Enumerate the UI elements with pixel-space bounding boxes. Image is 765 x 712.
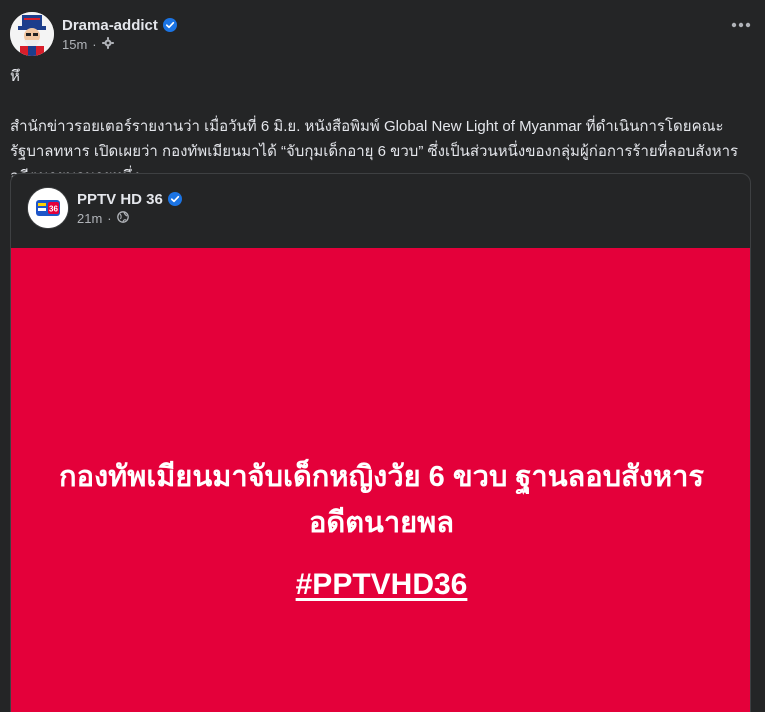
shared-time-row: 21m ·: [77, 211, 182, 226]
media-hashtag[interactable]: #PPTVHD36: [296, 568, 468, 602]
shared-post-media[interactable]: กองทัพเมียนมาจับเด็กหญิงวัย 6 ขวบ ฐานลอบ…: [11, 248, 750, 712]
shared-timestamp[interactable]: 21m: [77, 211, 102, 226]
shared-post-card[interactable]: 36 PPTV HD 36 21m · กองทัพเมียนมาจับเด็ก…: [10, 173, 751, 712]
verified-badge-icon: [162, 18, 177, 32]
shared-author-row: PPTV HD 36: [77, 191, 182, 208]
globe-icon: [116, 210, 129, 226]
uncle-sam-avatar-icon: [10, 12, 54, 56]
gear-icon: [101, 36, 114, 52]
facebook-post: Drama-addict 15m · หึ สำนักข่าวรอยเตอร์ร…: [0, 0, 765, 712]
author-name[interactable]: Drama-addict: [62, 17, 158, 34]
post-meta: Drama-addict 15m ·: [62, 17, 177, 52]
author-row: Drama-addict: [62, 17, 177, 34]
media-headline: กองทัพเมียนมาจับเด็กหญิงวัย 6 ขวบ ฐานลอบ…: [59, 461, 704, 539]
verified-badge-icon: [167, 192, 182, 206]
pptv-logo[interactable]: 36: [27, 187, 69, 229]
pptv-logo-text: 36: [49, 205, 58, 214]
more-options-icon: [731, 15, 751, 33]
author-avatar[interactable]: [10, 12, 54, 56]
pptv-logo-icon: 36: [28, 188, 68, 228]
shared-page-name[interactable]: PPTV HD 36: [77, 191, 163, 208]
post-timestamp[interactable]: 15m: [62, 37, 87, 52]
post-time-row: 15m ·: [62, 37, 177, 52]
shared-post-meta: PPTV HD 36 21m ·: [77, 191, 182, 226]
post-text: หึ สำนักข่าวรอยเตอร์รายงานว่า เมื่อวันที…: [10, 68, 739, 185]
more-options-button[interactable]: [725, 8, 757, 40]
post-header: Drama-addict 15m ·: [10, 10, 755, 58]
shared-post-header: 36 PPTV HD 36 21m ·: [27, 186, 182, 230]
